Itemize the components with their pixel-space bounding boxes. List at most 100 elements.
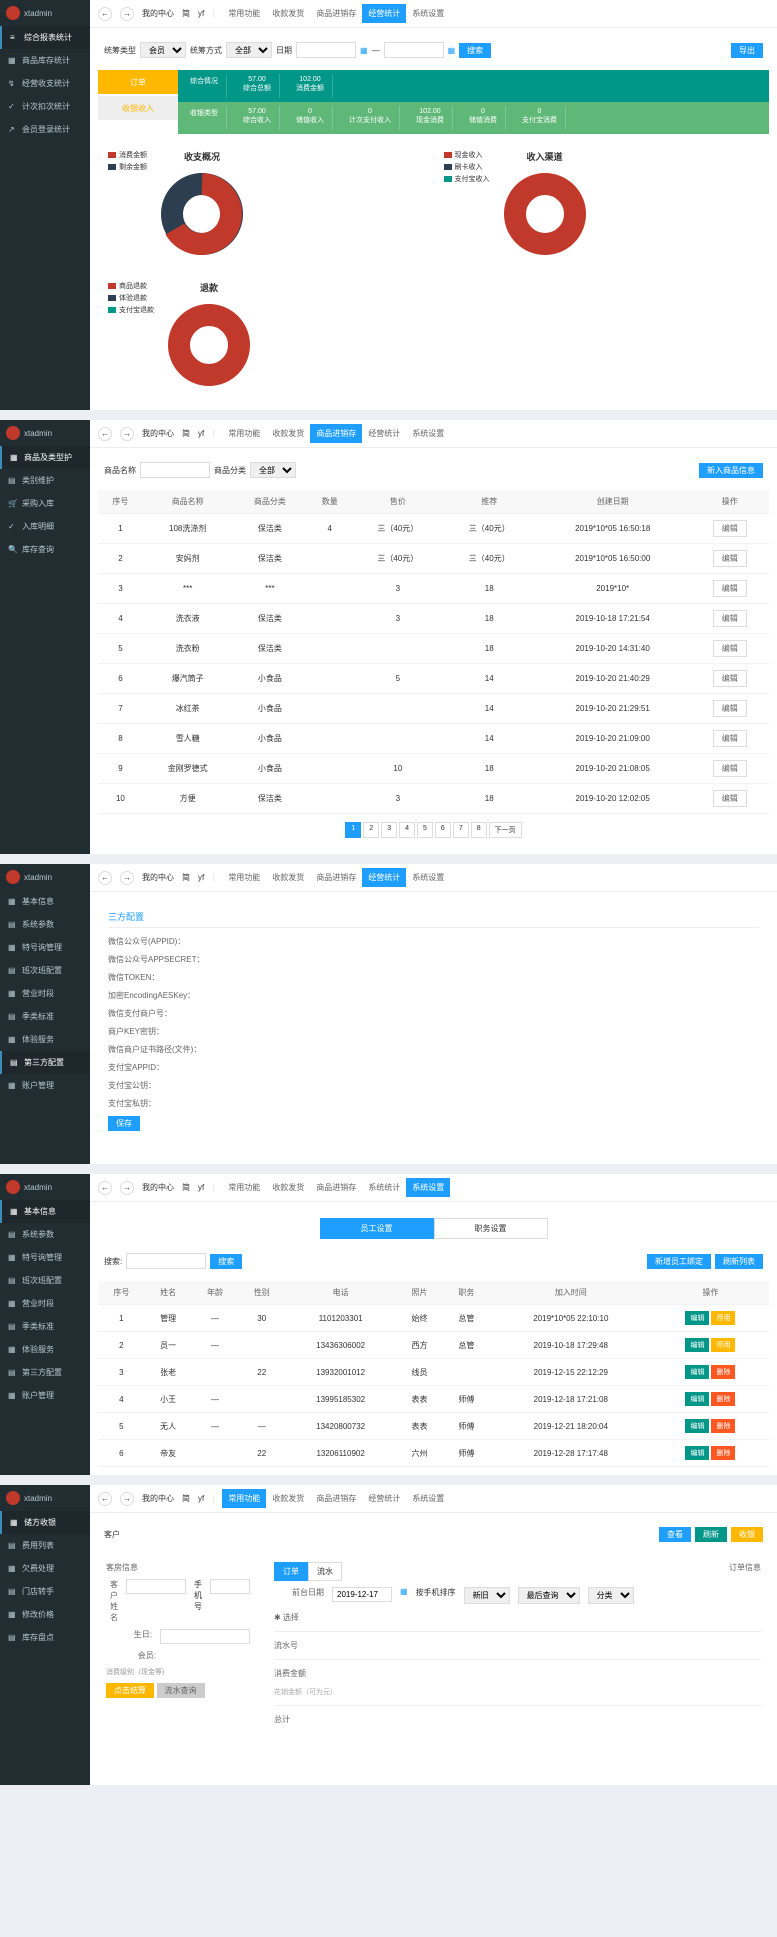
- edit-button[interactable]: 编辑: [713, 730, 747, 747]
- nav-tab[interactable]: 收款发货: [266, 868, 310, 887]
- edit-button[interactable]: 编辑: [713, 580, 747, 597]
- nav-tab[interactable]: 系统设置: [406, 1178, 450, 1197]
- sidebar-item[interactable]: ▦账户管理: [0, 1074, 90, 1097]
- nav-tab[interactable]: 经营统计: [362, 424, 406, 443]
- tab-staff[interactable]: 员工设置: [320, 1218, 434, 1239]
- edit-button[interactable]: 编辑: [713, 760, 747, 777]
- product-cat-select[interactable]: 全部: [250, 462, 296, 478]
- sidebar-item[interactable]: ▤类别维护: [0, 469, 90, 492]
- forward-icon[interactable]: →: [120, 7, 134, 21]
- sidebar-item[interactable]: ▦体验服务: [0, 1028, 90, 1051]
- sidebar-item[interactable]: ▤门店转手: [0, 1580, 90, 1603]
- nav-tab[interactable]: 经营统计: [362, 1489, 406, 1508]
- page-button[interactable]: 4: [399, 822, 415, 838]
- cust-tel-input[interactable]: [160, 1629, 250, 1644]
- nav-tab[interactable]: 常用功能: [222, 4, 266, 23]
- edit-button[interactable]: 编辑: [713, 790, 747, 807]
- back-icon[interactable]: ←: [98, 871, 112, 885]
- forward-icon[interactable]: →: [120, 871, 134, 885]
- search-button[interactable]: 搜索: [210, 1254, 242, 1269]
- edit-button[interactable]: 编辑: [685, 1365, 709, 1379]
- back-icon[interactable]: ←: [98, 1181, 112, 1195]
- nav-tab[interactable]: 系统设置: [406, 4, 450, 23]
- nav-tab[interactable]: 商品进销存: [310, 424, 362, 443]
- sidebar-item[interactable]: ▦体验服务: [0, 1338, 90, 1361]
- action-button[interactable]: 删除: [711, 1392, 735, 1406]
- date-icon[interactable]: ▦: [400, 1587, 408, 1596]
- sidebar-item[interactable]: ▦营业时段: [0, 1292, 90, 1315]
- sidebar-item[interactable]: ▤系统参数: [0, 1223, 90, 1246]
- nav-tab[interactable]: 商品进销存: [310, 4, 362, 23]
- sidebar-item[interactable]: ↗会员登录统计: [0, 118, 90, 141]
- action-button[interactable]: 删除: [711, 1446, 735, 1460]
- edit-button[interactable]: 编辑: [685, 1338, 709, 1352]
- nav-tab[interactable]: 常用功能: [222, 1178, 266, 1197]
- sidebar-item[interactable]: ▦商品库存统计: [0, 49, 90, 72]
- checkout-button[interactable]: 点击结算: [106, 1683, 154, 1698]
- tab-flow[interactable]: 流水: [308, 1562, 342, 1581]
- date-icon[interactable]: ▦: [448, 46, 456, 55]
- nav-tab[interactable]: 经营统计: [362, 868, 406, 887]
- action-button[interactable]: 停用: [711, 1311, 735, 1325]
- product-name-input[interactable]: [140, 462, 210, 478]
- cust-phone-input[interactable]: [210, 1579, 250, 1594]
- sidebar-item[interactable]: ▦欠费处理: [0, 1557, 90, 1580]
- edit-button[interactable]: 编辑: [713, 700, 747, 717]
- action-button[interactable]: 停用: [711, 1338, 735, 1352]
- nav-tab[interactable]: 系统设置: [406, 424, 450, 443]
- sidebar-item[interactable]: ▦基本信息: [0, 1200, 90, 1223]
- refresh-button[interactable]: 刷新: [695, 1527, 727, 1542]
- nav-tab[interactable]: 收款发货: [266, 4, 310, 23]
- sidebar-item[interactable]: ▤季类标准: [0, 1315, 90, 1338]
- page-button[interactable]: 1: [345, 822, 361, 838]
- stat-tab-a[interactable]: 订单: [98, 70, 178, 94]
- nav-tab[interactable]: 商品进销存: [310, 1178, 362, 1197]
- sidebar-item[interactable]: ▤第三方配置: [0, 1361, 90, 1384]
- sidebar-item[interactable]: ↯经营收支统计: [0, 72, 90, 95]
- action-button[interactable]: 删除: [711, 1365, 735, 1379]
- sidebar-item[interactable]: ▤班次班配置: [0, 959, 90, 982]
- sidebar-item[interactable]: ▤费用列表: [0, 1534, 90, 1557]
- page-button[interactable]: 下一页: [489, 822, 522, 838]
- cashier-button[interactable]: 收银: [731, 1527, 763, 1542]
- nav-tab[interactable]: 系统设置: [406, 1489, 450, 1508]
- cust-name-input[interactable]: [126, 1579, 186, 1594]
- add-product-button[interactable]: 新入商品信息: [699, 463, 763, 478]
- back-icon[interactable]: ←: [98, 427, 112, 441]
- user-link[interactable]: 我的中心: [142, 8, 174, 19]
- sidebar-item[interactable]: ▦特号询管理: [0, 1246, 90, 1269]
- sidebar-item[interactable]: ▦商品及类型护: [0, 446, 90, 469]
- edit-button[interactable]: 编辑: [685, 1392, 709, 1406]
- sidebar-item[interactable]: ✓入库明细: [0, 515, 90, 538]
- cat-select[interactable]: 分类: [588, 1587, 634, 1604]
- sidebar-item[interactable]: ▤系统参数: [0, 913, 90, 936]
- sidebar-item[interactable]: ▤季类标准: [0, 1005, 90, 1028]
- tab-order[interactable]: 订单: [274, 1562, 308, 1581]
- sidebar-item[interactable]: ✓计次扣次统计: [0, 95, 90, 118]
- date-from-input[interactable]: [296, 42, 356, 58]
- nav-tab[interactable]: 商品进销存: [310, 1489, 362, 1508]
- nav-tab[interactable]: 常用功能: [222, 868, 266, 887]
- sidebar-item[interactable]: 🛒采购入库: [0, 492, 90, 515]
- sidebar-item[interactable]: ▤第三方配置: [0, 1051, 90, 1074]
- nav-tab[interactable]: 常用功能: [222, 1489, 266, 1508]
- edit-button[interactable]: 编辑: [685, 1419, 709, 1433]
- search-input[interactable]: [126, 1253, 206, 1269]
- sidebar-item[interactable]: ▦修改价格: [0, 1603, 90, 1626]
- forward-icon[interactable]: →: [120, 427, 134, 441]
- nav-tab[interactable]: 收款发货: [266, 1489, 310, 1508]
- edit-button[interactable]: 编辑: [685, 1446, 709, 1460]
- back-icon[interactable]: ←: [98, 1492, 112, 1506]
- filter-mode-select[interactable]: 全部: [226, 42, 272, 58]
- edit-button[interactable]: 编辑: [713, 550, 747, 567]
- sidebar-item[interactable]: ▤库存盘点: [0, 1626, 90, 1649]
- page-button[interactable]: 6: [435, 822, 451, 838]
- edit-button[interactable]: 编辑: [713, 610, 747, 627]
- edit-button[interactable]: 编辑: [713, 670, 747, 687]
- export-button[interactable]: 导出: [731, 43, 763, 58]
- tab-role[interactable]: 职务设置: [434, 1218, 548, 1239]
- refresh-button[interactable]: 刷新列表: [715, 1254, 763, 1269]
- page-button[interactable]: 5: [417, 822, 433, 838]
- lang-badge[interactable]: 简: [182, 8, 190, 19]
- nav-tab[interactable]: 收款发货: [266, 424, 310, 443]
